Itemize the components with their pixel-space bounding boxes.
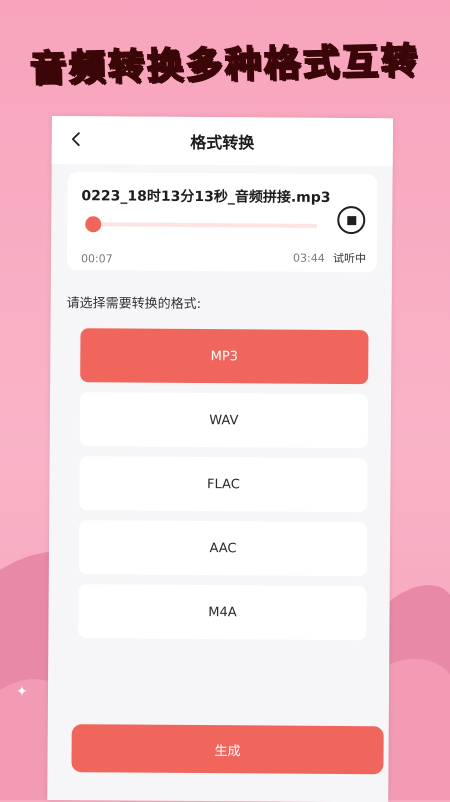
page-title: 格式转换 [190,132,255,153]
sparkle-icon: ✦ [16,684,28,700]
progress-track[interactable] [89,222,318,228]
format-option-aac[interactable]: AAC [78,520,368,577]
audio-player-card: 0223_18时13分13秒_音频拼接.mp3 00:07 03:44 试听中 [66,172,378,273]
nav-bar: 格式转换 [51,116,393,167]
format-option-m4a[interactable]: M4A [78,584,367,641]
preview-status-label: 试听中 [332,251,367,266]
current-time: 00:07 [80,252,113,266]
format-option-flac[interactable]: FLAC [79,456,368,513]
progress-thumb[interactable] [85,216,102,233]
audio-filename: 0223_18时13分13秒_音频拼接.mp3 [81,188,331,206]
promo-banner-title: 音频转换多种格式互转 [29,40,422,91]
app-screen: 格式转换 0223_18时13分13秒_音频拼接.mp3 00:07 03:44… [47,116,393,802]
stop-circle-icon[interactable] [337,205,366,235]
generate-button[interactable]: 生成 [71,724,384,775]
total-time: 03:44 [292,251,325,265]
format-prompt: 请选择需要转换的格式: [66,296,202,313]
format-option-mp3[interactable]: MP3 [80,328,369,385]
format-option-wav[interactable]: WAV [79,392,369,449]
